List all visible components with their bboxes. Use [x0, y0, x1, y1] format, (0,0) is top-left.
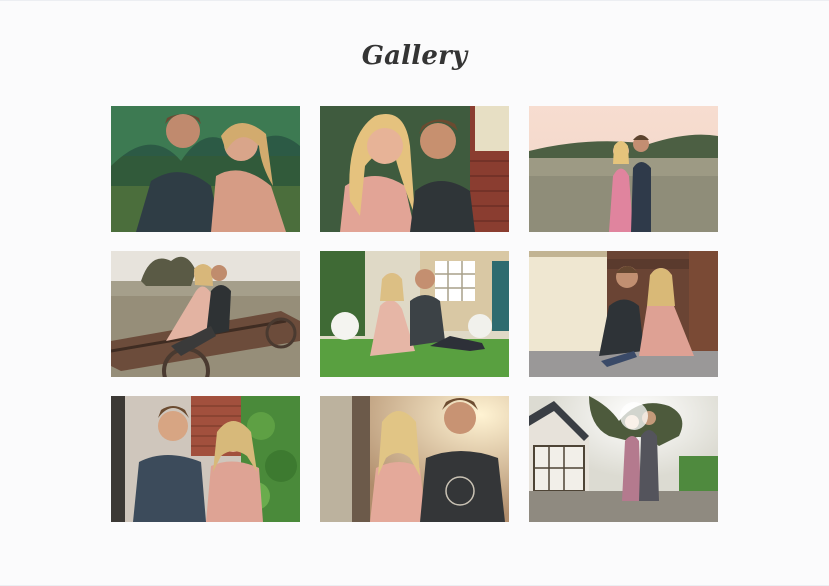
photo-grid: [111, 106, 718, 523]
photo-image: [111, 396, 300, 522]
gallery-photo-9[interactable]: [529, 396, 718, 522]
photo-image: [320, 396, 509, 522]
photo-image: [320, 251, 509, 377]
gallery-photo-5[interactable]: [320, 251, 509, 377]
photo-image: [529, 396, 718, 522]
photo-image: [529, 106, 718, 232]
page-title: Gallery: [361, 41, 468, 71]
photo-image: [320, 106, 509, 232]
gallery-photo-1[interactable]: [111, 106, 300, 232]
gallery-page: Gallery: [0, 0, 829, 586]
photo-image: [111, 251, 300, 377]
gallery-photo-7[interactable]: [111, 396, 300, 522]
gallery-photo-3[interactable]: [529, 106, 718, 232]
photo-image: [111, 106, 300, 232]
gallery-photo-4[interactable]: [111, 251, 300, 377]
gallery-photo-2[interactable]: [320, 106, 509, 232]
photo-image: [529, 251, 718, 377]
gallery-photo-8[interactable]: [320, 396, 509, 522]
gallery-photo-6[interactable]: [529, 251, 718, 377]
